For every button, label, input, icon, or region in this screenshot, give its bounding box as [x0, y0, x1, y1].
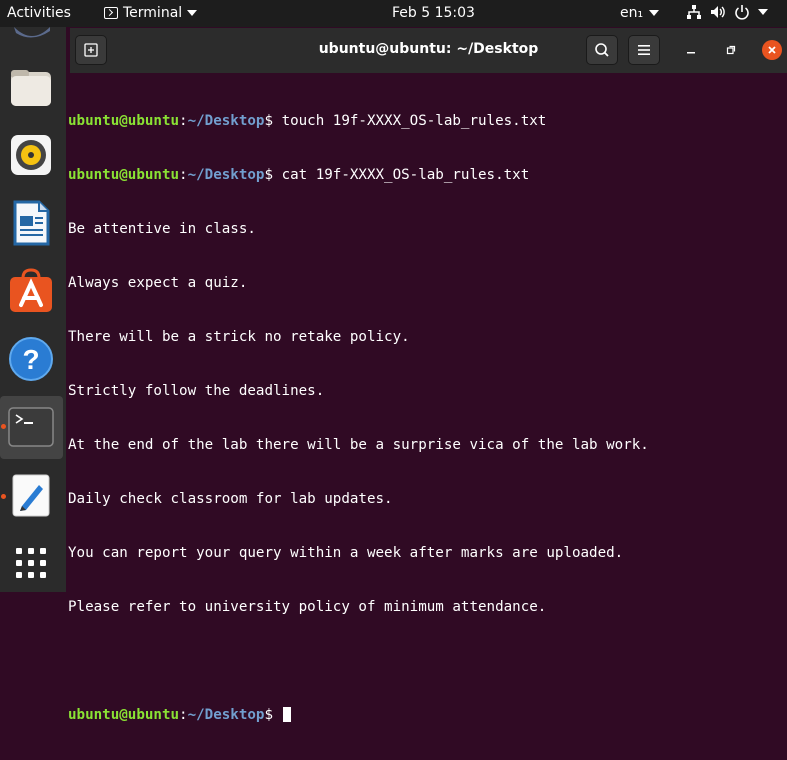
terminal-headerbar: ubuntu@ubuntu: ~/Desktop [70, 28, 787, 73]
dock: ? [0, 27, 66, 592]
close-icon [768, 46, 776, 54]
files-icon[interactable] [8, 64, 54, 110]
running-indicator [1, 494, 6, 499]
output-line: Please refer to university policy of min… [68, 599, 547, 615]
command-line: ubuntu@ubuntu:~/Desktop$ touch 19f-XXXX_… [68, 112, 649, 130]
power-icon [735, 5, 749, 20]
text-cursor [282, 707, 291, 722]
app-menu[interactable]: Terminal [104, 5, 198, 21]
close-button[interactable] [762, 40, 782, 60]
activities-button[interactable]: Activities [7, 5, 71, 21]
ubuntu-software-icon[interactable] [8, 268, 54, 314]
help-icon[interactable]: ? [8, 336, 54, 382]
prompt-colon: : [179, 113, 188, 129]
volume-icon [711, 6, 725, 18]
svg-text:?: ? [22, 344, 39, 375]
terminal-output-area[interactable]: ubuntu@ubuntu:~/Desktop$ touch 19f-XXXX_… [66, 73, 787, 723]
restore-icon [726, 45, 736, 55]
maximize-button[interactable] [722, 41, 740, 59]
terminal-icon[interactable] [8, 404, 54, 450]
command-text: cat 19f-XXXX_OS-lab_rules.txt [281, 167, 530, 183]
output-line: There will be a strick no retake policy. [68, 329, 410, 345]
prompt-colon: : [179, 707, 188, 723]
command-line: ubuntu@ubuntu:~/Desktop$ cat 19f-XXXX_OS… [68, 166, 649, 184]
menu-button[interactable] [628, 35, 660, 65]
prompt-dollar: $ [264, 707, 282, 723]
minimize-button[interactable] [682, 41, 700, 59]
prompt-user: ubuntu@ubuntu [68, 707, 180, 723]
output-line: Be attentive in class. [68, 221, 256, 237]
terminal-app-icon [104, 7, 118, 19]
thunderbird-icon[interactable] [12, 27, 52, 41]
top-bar: Activities Terminal Feb 5 15:03 en₁ [0, 0, 787, 27]
network-icon [687, 5, 701, 19]
input-source-label: en₁ [620, 5, 644, 21]
output-line: Always expect a quiz. [68, 275, 248, 291]
terminal-text: ubuntu@ubuntu:~/Desktop$ touch 19f-XXXX_… [68, 76, 649, 760]
output-line: You can report your query within a week … [68, 545, 624, 561]
window-title: ubuntu@ubuntu: ~/Desktop [318, 41, 539, 57]
prompt-line: ubuntu@ubuntu:~/Desktop$ [68, 706, 649, 724]
running-indicator [1, 424, 6, 429]
output-line: At the end of the lab there will be a su… [68, 437, 649, 453]
chevron-down-icon [649, 10, 660, 16]
search-button[interactable] [586, 35, 618, 65]
system-tray[interactable] [686, 4, 768, 20]
prompt-path: ~/Desktop [187, 167, 265, 183]
command-text: touch 19f-XXXX_OS-lab_rules.txt [281, 113, 547, 129]
output-line: Strictly follow the deadlines. [68, 383, 325, 399]
minimize-icon [687, 52, 695, 54]
text-editor-icon[interactable] [8, 472, 54, 518]
hamburger-menu-icon [638, 45, 650, 55]
input-source-menu[interactable]: en₁ [620, 5, 660, 21]
chevron-down-icon [187, 10, 198, 16]
chevron-down-icon [758, 9, 768, 15]
libreoffice-writer-icon[interactable] [8, 200, 54, 246]
prompt-user: ubuntu@ubuntu [68, 167, 180, 183]
prompt-path: ~/Desktop [187, 113, 265, 129]
app-menu-label: Terminal [123, 5, 183, 21]
show-apps-icon[interactable] [8, 540, 54, 586]
search-icon [595, 43, 609, 57]
rhythmbox-icon[interactable] [8, 132, 54, 178]
prompt-dollar: $ [264, 113, 282, 129]
clock[interactable]: Feb 5 15:03 [392, 5, 475, 21]
prompt-path: ~/Desktop [187, 707, 265, 723]
output-line: Daily check classroom for lab updates. [68, 491, 393, 507]
prompt-user: ubuntu@ubuntu [68, 113, 180, 129]
prompt-dollar: $ [264, 167, 282, 183]
prompt-colon: : [179, 167, 188, 183]
